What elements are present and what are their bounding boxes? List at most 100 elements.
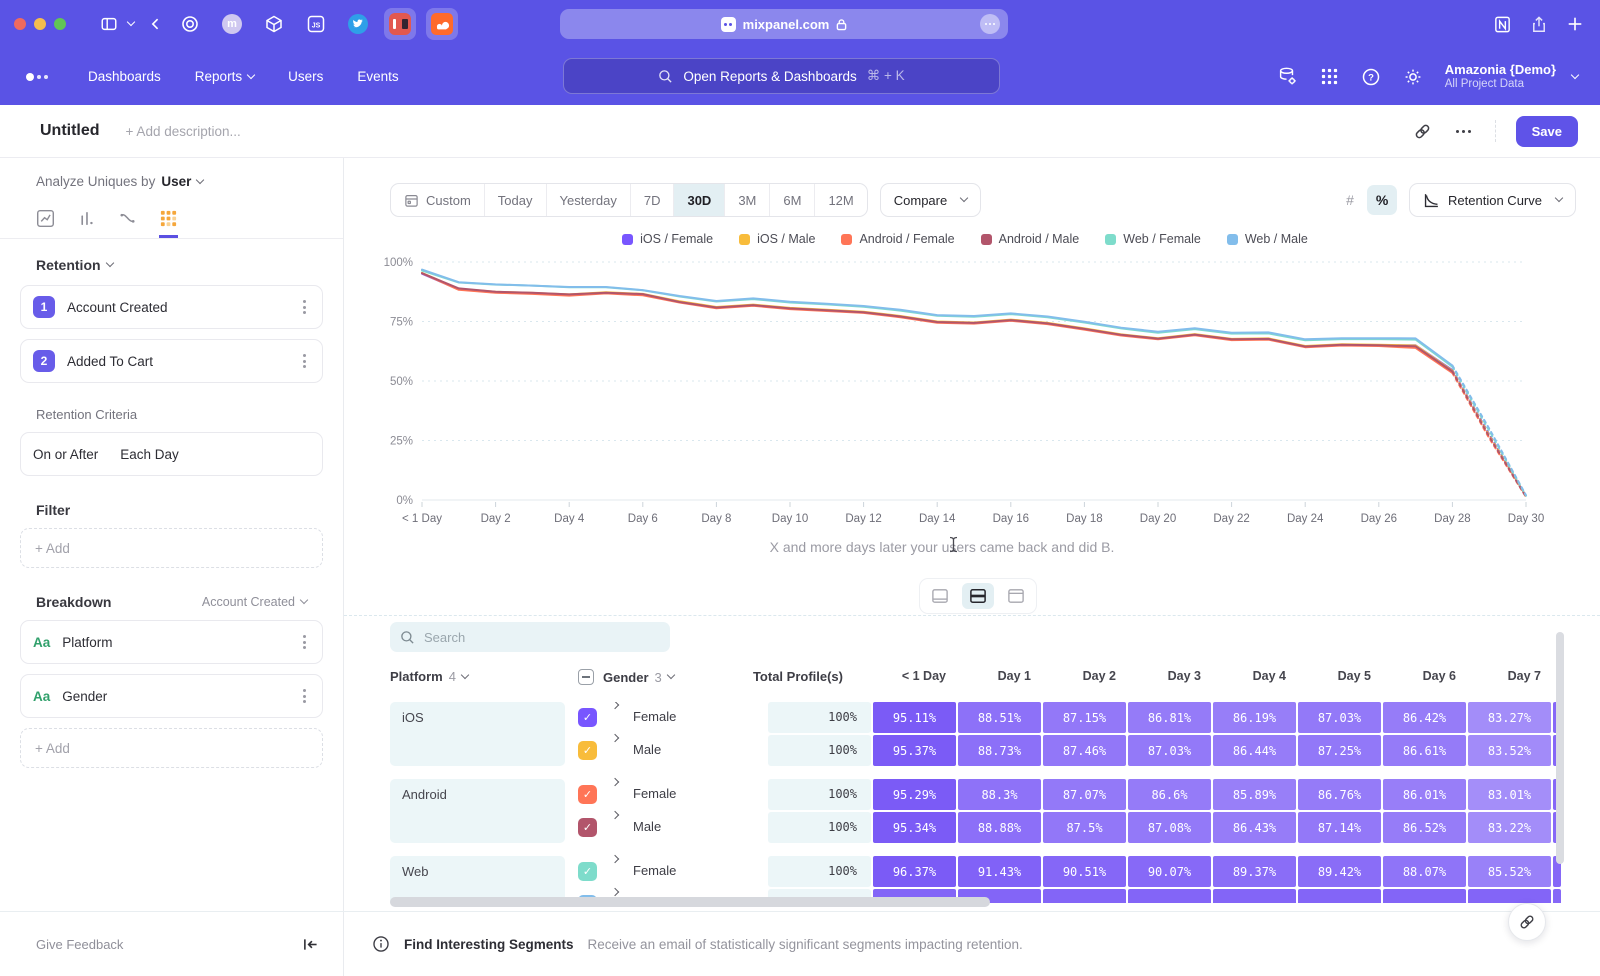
- breakdown-scope-selector[interactable]: Account Created: [202, 595, 307, 609]
- legend-item[interactable]: Web / Female: [1105, 232, 1201, 246]
- retention-value-cell[interactable]: 86.61%: [1383, 735, 1466, 766]
- share-icon[interactable]: [1530, 15, 1548, 34]
- retention-value-cell[interactable]: [1128, 889, 1211, 903]
- tab-icon-bird[interactable]: [342, 8, 374, 40]
- tab-icon-ring[interactable]: [174, 8, 206, 40]
- legend-item[interactable]: iOS / Male: [739, 232, 815, 246]
- legend-item[interactable]: Android / Male: [981, 232, 1080, 246]
- retention-value-cell[interactable]: 87.25%: [1298, 735, 1381, 766]
- range-12m[interactable]: 12M: [815, 184, 866, 216]
- help-icon[interactable]: ?: [1361, 67, 1381, 87]
- tab-flows[interactable]: [118, 209, 137, 238]
- expand-row-icon[interactable]: [611, 811, 619, 819]
- retention-value-cell[interactable]: 88.73%: [958, 735, 1041, 766]
- tab-icon-avatar-m[interactable]: m: [216, 8, 248, 40]
- breakdown-gender[interactable]: Aa Gender: [20, 674, 323, 718]
- legend-item[interactable]: iOS / Female: [622, 232, 713, 246]
- collapse-sidebar-icon[interactable]: [302, 937, 319, 952]
- breakdown-platform[interactable]: Aa Platform: [20, 620, 323, 664]
- retention-value-cell[interactable]: 90.07%: [1128, 856, 1211, 887]
- retention-value-cell[interactable]: 95.37%: [873, 735, 956, 766]
- new-tab-icon[interactable]: [1566, 15, 1584, 33]
- retention-value-cell[interactable]: 95.29%: [873, 779, 956, 810]
- series-checkbox[interactable]: ✓: [578, 708, 597, 727]
- range-yesterday[interactable]: Yesterday: [547, 184, 631, 216]
- expand-row-icon[interactable]: [611, 778, 619, 786]
- retention-value-cell[interactable]: 88.88%: [958, 812, 1041, 843]
- retention-value-cell[interactable]: [1213, 889, 1296, 903]
- apps-grid-icon[interactable]: [1320, 67, 1339, 86]
- give-feedback-link[interactable]: Give Feedback: [36, 937, 123, 952]
- range-30d[interactable]: 30D: [674, 184, 725, 216]
- back-icon[interactable]: [148, 16, 164, 32]
- step-options-icon[interactable]: [299, 296, 310, 318]
- retention-value-cell[interactable]: 86.76%: [1298, 779, 1381, 810]
- retention-criteria-selector[interactable]: On or After Each Day: [20, 432, 323, 476]
- analyze-uniques-value[interactable]: User: [161, 174, 203, 189]
- retention-value-cell[interactable]: 86.01%: [1383, 779, 1466, 810]
- range-3m[interactable]: 3M: [725, 184, 770, 216]
- minimize-window-button[interactable]: [34, 18, 46, 30]
- more-actions-icon[interactable]: [1452, 126, 1475, 137]
- retention-value-cell[interactable]: 85.52%: [1468, 856, 1551, 887]
- range-6m[interactable]: 6M: [770, 184, 815, 216]
- save-button[interactable]: Save: [1516, 116, 1578, 147]
- retention-value-cell[interactable]: 88.3%: [958, 779, 1041, 810]
- expand-row-icon[interactable]: [611, 888, 619, 896]
- retention-value-cell[interactable]: 86.44%: [1213, 735, 1296, 766]
- breakdown-options-icon[interactable]: [299, 631, 310, 653]
- find-segments-title[interactable]: Find Interesting Segments: [404, 937, 574, 952]
- retention-value-cell[interactable]: 86.42%: [1383, 702, 1466, 733]
- retention-value-cell[interactable]: 87.14%: [1298, 812, 1381, 843]
- range-custom[interactable]: Custom: [391, 184, 485, 216]
- retention-value-cell[interactable]: [1468, 889, 1551, 903]
- retention-step-1[interactable]: 1 Account Created: [20, 285, 323, 329]
- retention-value-cell[interactable]: 83.27%: [1468, 702, 1551, 733]
- project-switcher[interactable]: Amazonia {Demo} All Project Data: [1445, 62, 1578, 91]
- retention-value-cell[interactable]: 87.15%: [1043, 702, 1126, 733]
- expand-row-icon[interactable]: [611, 855, 619, 863]
- nav-users[interactable]: Users: [288, 69, 323, 84]
- data-management-icon[interactable]: [1277, 66, 1298, 87]
- retention-value-cell[interactable]: 87.08%: [1128, 812, 1211, 843]
- layout-split-button[interactable]: [962, 583, 994, 609]
- retention-value-cell[interactable]: [1383, 889, 1466, 903]
- column-platform[interactable]: Platform4: [390, 669, 468, 684]
- add-description[interactable]: + Add description...: [126, 124, 241, 139]
- browser-sidebar-icon[interactable]: [100, 15, 134, 33]
- series-checkbox[interactable]: ✓: [578, 818, 597, 837]
- nav-reports[interactable]: Reports: [195, 69, 254, 84]
- url-bar[interactable]: mixpanel.com: [560, 9, 1008, 39]
- unit-percent-button[interactable]: %: [1367, 185, 1397, 215]
- retention-value-cell[interactable]: 87.03%: [1298, 702, 1381, 733]
- maximize-window-button[interactable]: [54, 18, 66, 30]
- retention-value-cell[interactable]: 90.51%: [1043, 856, 1126, 887]
- share-link-fab[interactable]: [1508, 903, 1546, 941]
- tab-icon-soundcloud[interactable]: [426, 8, 458, 40]
- tab-icon-cube[interactable]: [258, 8, 290, 40]
- tab-icon-js[interactable]: JS: [300, 8, 332, 40]
- url-extensions-icon[interactable]: [980, 14, 1000, 34]
- retention-value-cell[interactable]: 95.11%: [873, 702, 956, 733]
- range-7d[interactable]: 7D: [631, 184, 675, 216]
- notion-extension-icon[interactable]: [1493, 15, 1512, 34]
- nav-events[interactable]: Events: [357, 69, 398, 84]
- tab-funnels[interactable]: [77, 209, 96, 238]
- series-checkbox[interactable]: ✓: [578, 785, 597, 804]
- layout-chart-focus-button[interactable]: [924, 583, 956, 609]
- add-filter-button[interactable]: + Add: [20, 528, 323, 568]
- retention-value-cell[interactable]: 83.52%: [1468, 735, 1551, 766]
- nav-dashboards[interactable]: Dashboards: [88, 69, 161, 84]
- unit-number-button[interactable]: #: [1335, 185, 1365, 215]
- legend-item[interactable]: Web / Male: [1227, 232, 1308, 246]
- series-checkbox[interactable]: ✓: [578, 862, 597, 881]
- retention-value-cell[interactable]: 85.89%: [1213, 779, 1296, 810]
- horizontal-scrollbar[interactable]: [390, 897, 990, 907]
- retention-value-cell[interactable]: 87.46%: [1043, 735, 1126, 766]
- range-today[interactable]: Today: [485, 184, 547, 216]
- retention-value-cell[interactable]: 83.01%: [1468, 779, 1551, 810]
- retention-value-cell[interactable]: 89.42%: [1298, 856, 1381, 887]
- chart-type-selector[interactable]: Retention Curve: [1409, 183, 1576, 217]
- retention-value-cell[interactable]: 87.03%: [1128, 735, 1211, 766]
- select-all-checkbox[interactable]: [578, 669, 594, 685]
